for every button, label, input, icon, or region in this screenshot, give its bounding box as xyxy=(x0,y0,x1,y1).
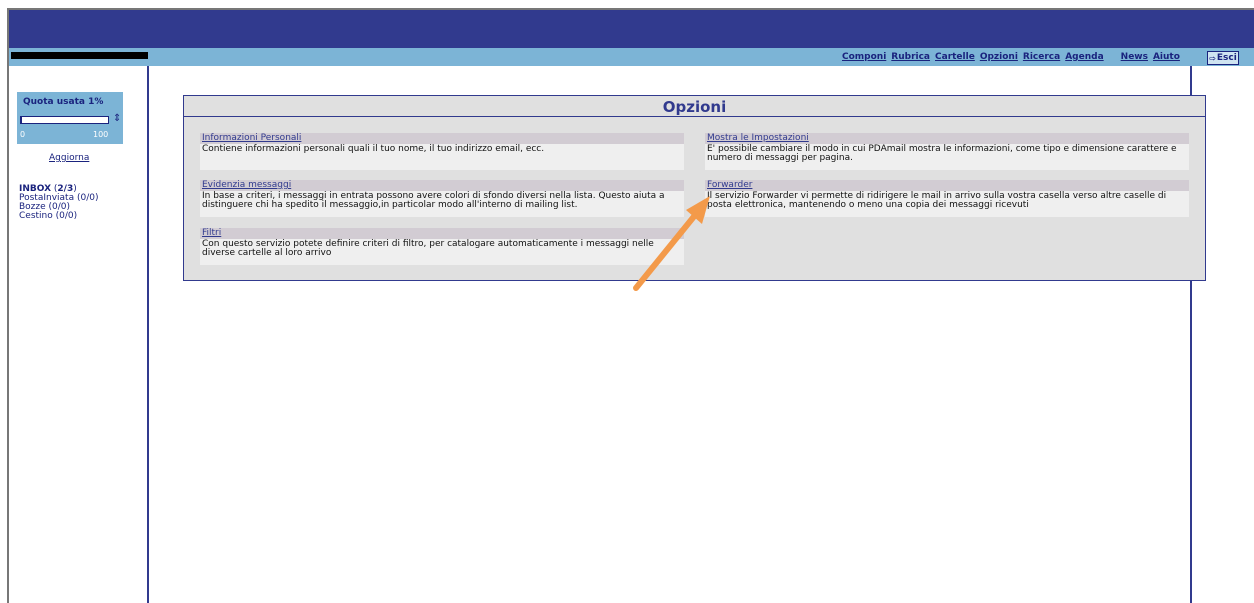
option-display-settings-link[interactable]: Mostra le Impostazioni xyxy=(707,133,809,143)
nav-componi[interactable]: Componi xyxy=(842,52,886,62)
option-highlight-messages-desc: In base a criteri, i messaggi in entrata… xyxy=(200,191,684,217)
option-filters: Filtri Con questo servizio potete defini… xyxy=(200,228,684,265)
exit-button[interactable]: ⇨ Esci xyxy=(1207,51,1239,65)
option-personal-info-link[interactable]: Informazioni Personali xyxy=(202,133,301,143)
option-display-settings: Mostra le Impostazioni E' possibile camb… xyxy=(705,133,1189,170)
option-display-settings-desc: E' possibile cambiare il modo in cui PDA… xyxy=(705,144,1189,170)
quota-progress-bar xyxy=(20,116,109,124)
annotation-arrow-icon xyxy=(633,196,710,291)
folder-list: INBOX (2/3) PostaInviata (0/0) Bozze (0/… xyxy=(19,185,98,221)
redacted-user-email xyxy=(11,52,148,59)
option-personal-info-desc: Contiene informazioni personali quali il… xyxy=(200,144,684,170)
refresh-link[interactable]: Aggiorna xyxy=(49,153,89,163)
option-forwarder-desc: Il servizio Forwarder vi permette di rid… xyxy=(705,191,1189,217)
options-divider xyxy=(184,116,1205,117)
option-filters-link[interactable]: Filtri xyxy=(202,228,221,238)
quota-max-label: 100 xyxy=(93,130,109,139)
option-highlight-messages: Evidenzia messaggi In base a criteri, i … xyxy=(200,180,684,217)
sidebar-divider xyxy=(147,66,149,603)
nav-agenda[interactable]: Agenda xyxy=(1065,52,1103,62)
nav-cartelle[interactable]: Cartelle xyxy=(935,52,975,62)
nav-news[interactable]: News xyxy=(1121,52,1148,62)
nav-ricerca[interactable]: Ricerca xyxy=(1023,52,1060,62)
nav-opzioni[interactable]: Opzioni xyxy=(980,52,1018,62)
option-forwarder: Forwarder Il servizio Forwarder vi perme… xyxy=(705,180,1189,217)
exit-label: Esci xyxy=(1216,53,1237,63)
exit-icon: ⇨ xyxy=(1209,53,1216,63)
nav-aiuto[interactable]: Aiuto xyxy=(1153,52,1180,62)
option-filters-desc: Con questo servizio potete definire crit… xyxy=(200,239,684,265)
nav-rubrica[interactable]: Rubrica xyxy=(891,52,930,62)
quota-widget: Quota usata 1% ⇕ 0 100 xyxy=(17,92,123,144)
quota-title: Quota usata 1% xyxy=(23,97,104,107)
header-banner xyxy=(9,10,1254,48)
option-highlight-messages-link[interactable]: Evidenzia messaggi xyxy=(202,180,291,190)
folder-cestino[interactable]: Cestino (0/0) xyxy=(19,212,98,221)
top-navigation: Componi Rubrica Cartelle Opzioni Ricerca… xyxy=(842,50,1185,64)
option-personal-info: Informazioni Personali Contiene informaz… xyxy=(200,133,684,170)
quota-progress-fill xyxy=(21,117,22,123)
quota-arrows-icon: ⇕ xyxy=(113,113,122,124)
options-title: Opzioni xyxy=(662,98,727,116)
option-forwarder-link[interactable]: Forwarder xyxy=(707,180,752,190)
quota-min-label: 0 xyxy=(20,130,26,139)
